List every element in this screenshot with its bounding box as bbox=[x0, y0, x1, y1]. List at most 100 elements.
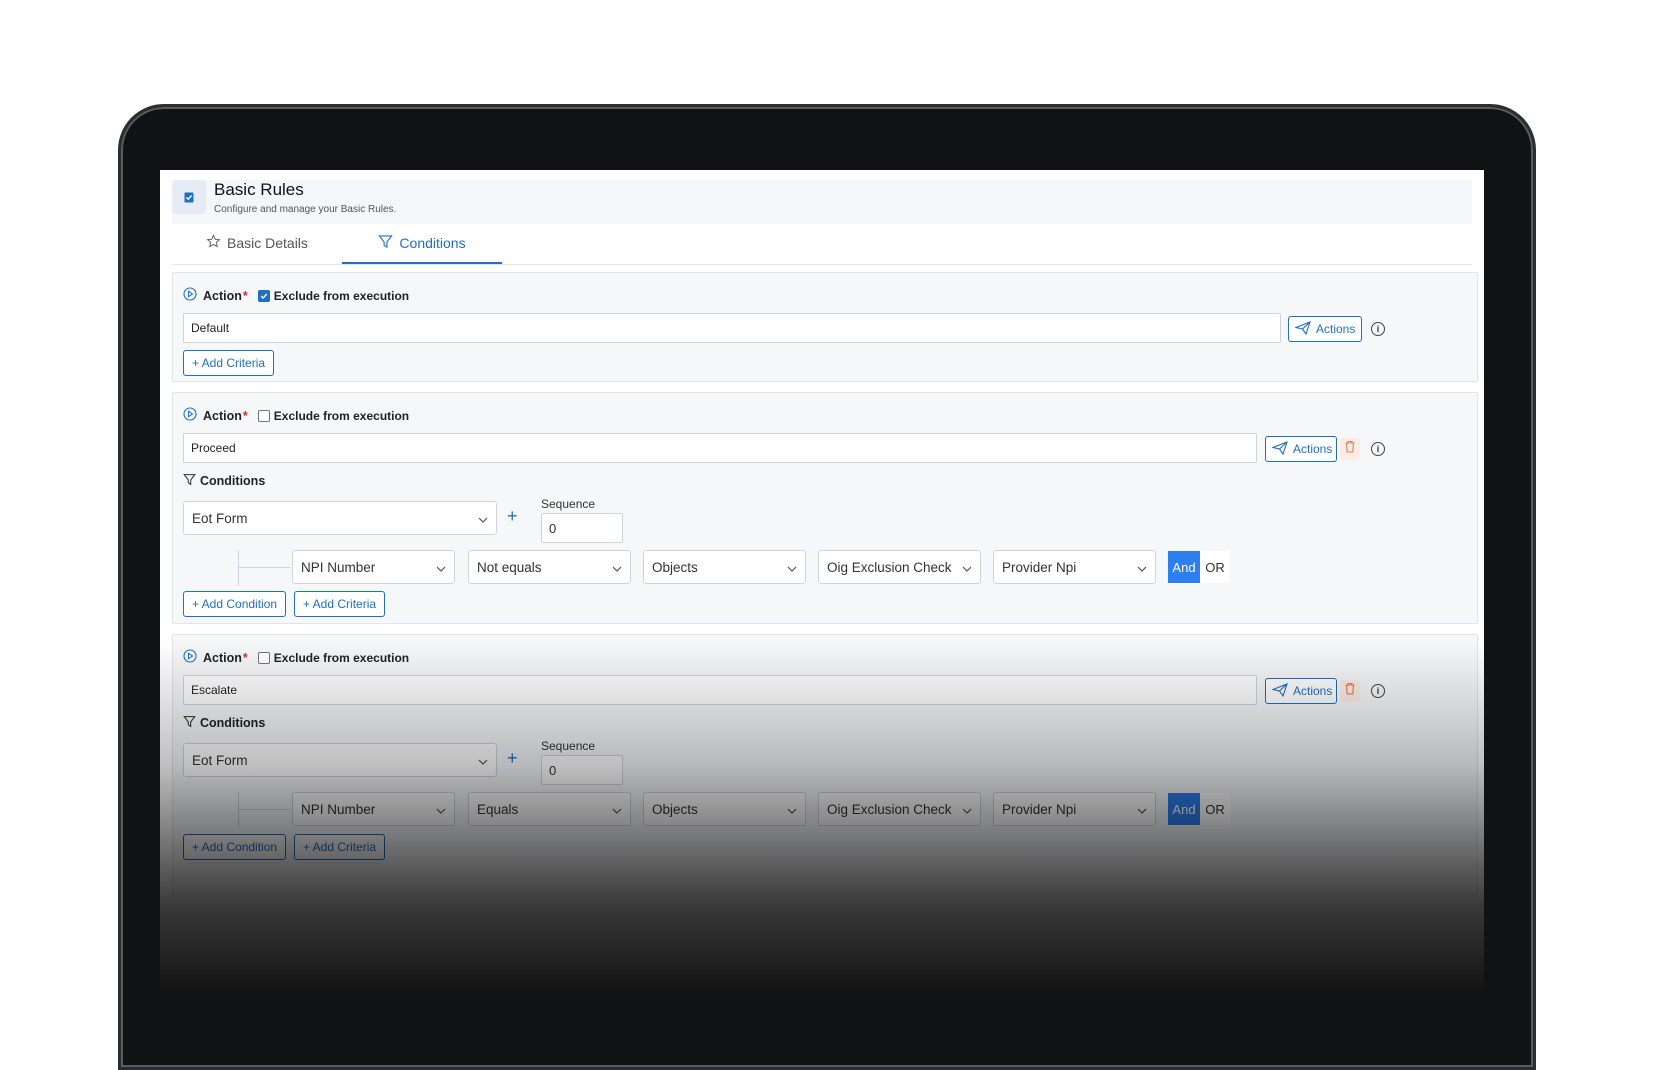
action-card-escalate: Action * Exclude from execution Escalate… bbox=[172, 634, 1478, 896]
actions-button-label: Actions bbox=[1316, 322, 1356, 336]
form-select-value: Eot Form bbox=[192, 510, 248, 526]
play-circle-icon bbox=[183, 287, 197, 304]
send-icon bbox=[1294, 320, 1311, 338]
and-button[interactable]: And bbox=[1168, 793, 1200, 825]
add-condition-button[interactable]: + Add Condition bbox=[183, 591, 287, 617]
sequence-input[interactable]: 0 bbox=[541, 755, 623, 785]
exclude-label: Exclude from execution bbox=[273, 288, 410, 303]
action-value-field[interactable]: Default bbox=[183, 313, 1281, 343]
action-value-field[interactable]: Escalate bbox=[183, 675, 1257, 705]
select-value: NPI Number bbox=[301, 801, 376, 817]
chevron-down-icon bbox=[787, 560, 797, 575]
action-label: Action bbox=[203, 408, 242, 423]
attribute-select[interactable]: Provider Npi bbox=[993, 550, 1156, 584]
tab-label: Basic Details bbox=[227, 235, 308, 251]
add-form-plus-icon[interactable]: + bbox=[507, 748, 518, 769]
trash-icon bbox=[1344, 682, 1356, 700]
delete-button[interactable] bbox=[1340, 438, 1360, 460]
add-criteria-button[interactable]: + Add Criteria bbox=[183, 350, 275, 376]
action-value: Default bbox=[191, 321, 230, 335]
form-select[interactable]: Eot Form bbox=[183, 501, 497, 535]
select-value: Objects bbox=[652, 559, 698, 575]
required-mark: * bbox=[242, 650, 248, 665]
chevron-down-icon bbox=[962, 802, 972, 817]
select-value: Equals bbox=[477, 801, 519, 817]
star-icon bbox=[206, 234, 221, 252]
add-criteria-label: + Add Criteria bbox=[303, 840, 377, 854]
filter-icon bbox=[183, 473, 196, 489]
action-card-proceed: Action * Exclude from execution Proceed … bbox=[172, 392, 1478, 624]
action-label: Action bbox=[203, 288, 242, 303]
actions-button[interactable]: Actions bbox=[1288, 316, 1362, 342]
chevron-down-icon bbox=[478, 511, 488, 526]
conditions-heading: Conditions bbox=[183, 473, 265, 489]
action-value: Escalate bbox=[191, 683, 238, 697]
action-value-field[interactable]: Proceed bbox=[183, 433, 1257, 463]
select-value: NPI Number bbox=[301, 559, 376, 575]
actions-button[interactable]: Actions bbox=[1265, 436, 1337, 462]
chevron-down-icon bbox=[1137, 560, 1147, 575]
add-form-plus-icon[interactable]: + bbox=[507, 506, 518, 527]
trash-icon bbox=[1344, 440, 1356, 458]
action-header: Action * Exclude from execution bbox=[183, 407, 409, 424]
and-button[interactable]: And bbox=[1168, 551, 1200, 583]
required-mark: * bbox=[242, 408, 248, 423]
action-value: Proceed bbox=[191, 441, 236, 455]
form-select[interactable]: Eot Form bbox=[183, 743, 497, 777]
tree-connector bbox=[238, 792, 239, 828]
play-circle-icon bbox=[183, 407, 197, 424]
filter-icon bbox=[183, 715, 196, 731]
select-value: Objects bbox=[652, 801, 698, 817]
delete-button[interactable] bbox=[1340, 680, 1360, 702]
object-select[interactable]: Oig Exclusion Check bbox=[818, 550, 981, 584]
or-button[interactable]: OR bbox=[1200, 793, 1230, 825]
operator-select[interactable]: Equals bbox=[468, 792, 631, 826]
chevron-down-icon bbox=[478, 753, 488, 768]
operator-select[interactable]: Not equals bbox=[468, 550, 631, 584]
exclude-checkbox[interactable]: Exclude from execution bbox=[257, 650, 410, 665]
page-title: Basic Rules bbox=[214, 180, 304, 199]
or-button[interactable]: OR bbox=[1200, 551, 1230, 583]
add-criteria-button[interactable]: + Add Criteria bbox=[294, 591, 386, 617]
tree-connector bbox=[238, 809, 290, 810]
source-type-select[interactable]: Objects bbox=[643, 550, 806, 584]
field-select[interactable]: NPI Number bbox=[292, 550, 455, 584]
conditions-heading: Conditions bbox=[183, 715, 265, 731]
exclude-checkbox[interactable]: Exclude from execution bbox=[257, 288, 410, 303]
sequence-value: 0 bbox=[549, 762, 557, 778]
filter-icon bbox=[378, 234, 394, 252]
add-criteria-button[interactable]: + Add Criteria bbox=[294, 834, 386, 860]
chevron-down-icon bbox=[436, 802, 446, 817]
exclude-label: Exclude from execution bbox=[273, 408, 410, 423]
chevron-down-icon bbox=[436, 560, 446, 575]
object-select[interactable]: Oig Exclusion Check bbox=[818, 792, 981, 826]
field-select[interactable]: NPI Number bbox=[292, 792, 455, 826]
chevron-down-icon bbox=[787, 802, 797, 817]
attribute-select[interactable]: Provider Npi bbox=[993, 792, 1156, 826]
source-type-select[interactable]: Objects bbox=[643, 792, 806, 826]
clipboard-check-icon bbox=[172, 180, 206, 214]
chevron-down-icon bbox=[1137, 802, 1147, 817]
add-condition-button[interactable]: + Add Condition bbox=[183, 834, 287, 860]
chevron-down-icon bbox=[612, 802, 622, 817]
send-icon bbox=[1271, 440, 1288, 458]
tree-connector bbox=[238, 550, 239, 586]
actions-button[interactable]: Actions bbox=[1265, 678, 1337, 704]
tree-connector bbox=[238, 567, 290, 568]
exclude-checkbox[interactable]: Exclude from execution bbox=[257, 408, 410, 423]
sequence-input[interactable]: 0 bbox=[541, 513, 623, 543]
action-header: Action * Exclude from execution bbox=[183, 649, 409, 666]
select-value: Oig Exclusion Check bbox=[827, 801, 952, 817]
checkbox-checked-icon bbox=[257, 289, 270, 302]
info-icon[interactable]: i bbox=[1371, 442, 1385, 456]
info-icon[interactable]: i bbox=[1371, 322, 1385, 336]
conditions-label: Conditions bbox=[200, 716, 266, 730]
actions-button-label: Actions bbox=[1293, 442, 1333, 456]
tab-bar: Basic Details Conditions bbox=[172, 224, 1472, 265]
info-icon[interactable]: i bbox=[1371, 684, 1385, 698]
exclude-label: Exclude from execution bbox=[273, 650, 410, 665]
tab-basic-details[interactable]: Basic Details bbox=[206, 224, 308, 262]
tab-conditions[interactable]: Conditions bbox=[342, 224, 502, 264]
page-subtitle: Configure and manage your Basic Rules. bbox=[214, 204, 397, 215]
app-screen: Basic Rules Configure and manage your Ba… bbox=[160, 170, 1484, 996]
